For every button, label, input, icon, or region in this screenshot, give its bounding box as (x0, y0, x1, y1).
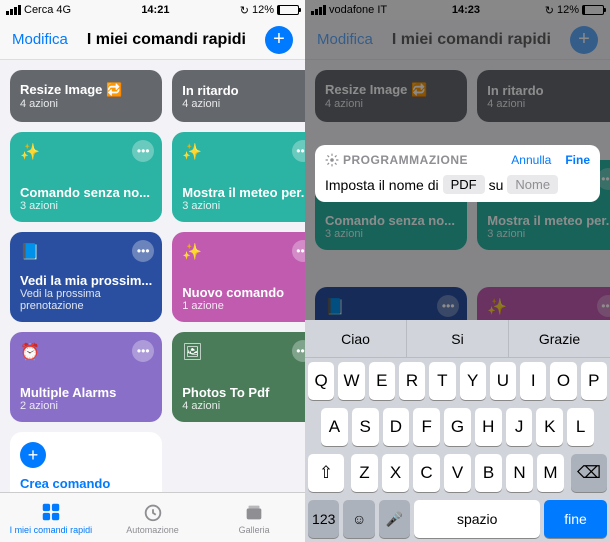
key-v[interactable]: V (444, 454, 471, 492)
space-key[interactable]: spazio (414, 500, 540, 538)
tab-shortcuts[interactable]: I miei comandi rapidi (0, 493, 102, 542)
search-label: Cerca (24, 4, 53, 16)
key-g[interactable]: G (444, 408, 471, 446)
status-bar: Cerca 4G 14:21 ↻ 12% (0, 0, 305, 20)
sheet-category-label: PROGRAMMAZIONE (325, 153, 468, 167)
action-sheet: PROGRAMMAZIONE Annulla Fine Imposta il n… (315, 145, 600, 202)
key-k[interactable]: K (536, 408, 563, 446)
key-u[interactable]: U (490, 362, 516, 400)
gear-icon (325, 153, 339, 167)
create-shortcut-button[interactable]: +Crea comando rapido (10, 432, 162, 492)
shortcut-card[interactable]: Resize Image 🔁4 azioni (10, 70, 162, 122)
more-icon[interactable]: ••• (292, 140, 305, 162)
key-h[interactable]: H (475, 408, 502, 446)
page-title: I miei comandi rapidi (87, 31, 246, 49)
file-token[interactable]: PDF (443, 175, 485, 194)
done-button[interactable]: Fine (565, 153, 590, 167)
card-subtitle: 4 azioni (182, 400, 305, 412)
key-j[interactable]: J (506, 408, 533, 446)
card-subtitle: 4 azioni (20, 98, 152, 110)
card-title: Nuovo comando (182, 285, 305, 300)
shortcuts-grid: Resize Image 🔁4 azioniIn ritardo4 azioni… (0, 60, 305, 492)
action-body: Imposta il nome di PDF su Nome (325, 175, 590, 194)
mic-key[interactable]: 🎤 (379, 500, 410, 538)
key-f[interactable]: F (413, 408, 440, 446)
card-subtitle: 1 azione (182, 300, 305, 312)
add-button[interactable]: + (265, 26, 293, 54)
battery-icon (277, 5, 299, 15)
card-subtitle: 4 azioni (182, 98, 305, 110)
name-input[interactable]: Nome (507, 175, 558, 194)
key-b[interactable]: B (475, 454, 502, 492)
key-c[interactable]: C (413, 454, 440, 492)
emoji-key[interactable]: ☺ (343, 500, 374, 538)
key-t[interactable]: T (429, 362, 455, 400)
signal-icon (6, 5, 21, 15)
shortcut-card[interactable]: ✨•••Mostra il meteo per...3 azioni (172, 132, 305, 222)
more-icon[interactable]: ••• (292, 240, 305, 262)
edit-button[interactable]: Modifica (12, 31, 68, 48)
key-i[interactable]: I (520, 362, 546, 400)
phone-left: Cerca 4G 14:21 ↻ 12% Modifica I miei com… (0, 0, 305, 542)
time-label: 14:21 (141, 4, 169, 16)
key-e[interactable]: E (369, 362, 395, 400)
keyboard: Ciao Si Grazie QWERTYUIOP ASDFGHJKL ⇧ ZX… (305, 320, 610, 542)
suggestion-bar: Ciao Si Grazie (305, 320, 610, 358)
key-r[interactable]: R (399, 362, 425, 400)
card-title: Photos To Pdf (182, 385, 305, 400)
key-y[interactable]: Y (460, 362, 486, 400)
shortcut-card[interactable]: In ritardo4 azioni (172, 70, 305, 122)
tab-bar: I miei comandi rapidi Automazione Galler… (0, 492, 305, 542)
return-key[interactable]: fine (544, 500, 607, 538)
battery-label: 12% (252, 4, 274, 16)
network-label: 4G (56, 4, 71, 16)
card-title: In ritardo (182, 83, 305, 98)
key-d[interactable]: D (383, 408, 410, 446)
grid-icon (40, 501, 62, 523)
card-title: Mostra il meteo per... (182, 185, 305, 200)
card-title: Vedi la mia prossim... (20, 273, 152, 288)
key-w[interactable]: W (338, 362, 364, 400)
gallery-icon (243, 501, 265, 523)
shortcut-card[interactable]: ✨•••Nuovo comando1 azione (172, 232, 305, 322)
more-icon[interactable]: ••• (132, 140, 154, 162)
shortcut-card[interactable]: ✨•••Comando senza no...3 azioni (10, 132, 162, 222)
suggestion[interactable]: Grazie (509, 320, 610, 357)
key-a[interactable]: A (321, 408, 348, 446)
more-icon[interactable]: ••• (132, 240, 154, 262)
delete-key[interactable]: ⌫ (571, 454, 607, 492)
cancel-button[interactable]: Annulla (511, 153, 551, 167)
shortcut-card[interactable]: 🖼•••Photos To Pdf4 azioni (172, 332, 305, 422)
suggestion[interactable]: Ciao (305, 320, 407, 357)
card-subtitle: Vedi la prossima prenotazione (20, 288, 152, 312)
more-icon[interactable]: ••• (292, 340, 305, 362)
card-title: Multiple Alarms (20, 385, 152, 400)
key-o[interactable]: O (550, 362, 576, 400)
card-subtitle: 2 azioni (20, 400, 152, 412)
clock-icon (142, 501, 164, 523)
card-title: Comando senza no... (20, 185, 152, 200)
shortcut-card[interactable]: ⏰•••Multiple Alarms2 azioni (10, 332, 162, 422)
key-m[interactable]: M (537, 454, 564, 492)
key-q[interactable]: Q (308, 362, 334, 400)
key-s[interactable]: S (352, 408, 379, 446)
tab-gallery[interactable]: Galleria (203, 493, 305, 542)
card-subtitle: 3 azioni (20, 200, 152, 212)
shortcut-card[interactable]: 📘•••Vedi la mia prossim...Vedi la prossi… (10, 232, 162, 322)
key-x[interactable]: X (382, 454, 409, 492)
nav-bar: Modifica I miei comandi rapidi + (0, 20, 305, 60)
key-z[interactable]: Z (351, 454, 378, 492)
key-n[interactable]: N (506, 454, 533, 492)
card-title: Resize Image 🔁 (20, 82, 152, 98)
shift-key[interactable]: ⇧ (308, 454, 344, 492)
tab-automation[interactable]: Automazione (102, 493, 204, 542)
card-subtitle: 3 azioni (182, 200, 305, 212)
phone-right: vodafone IT 14:23 ↻ 12% Modifica I miei … (305, 0, 610, 542)
key-p[interactable]: P (581, 362, 607, 400)
numbers-key[interactable]: 123 (308, 500, 339, 538)
more-icon[interactable]: ••• (132, 340, 154, 362)
key-l[interactable]: L (567, 408, 594, 446)
suggestion[interactable]: Si (407, 320, 509, 357)
plus-icon: + (20, 442, 46, 468)
